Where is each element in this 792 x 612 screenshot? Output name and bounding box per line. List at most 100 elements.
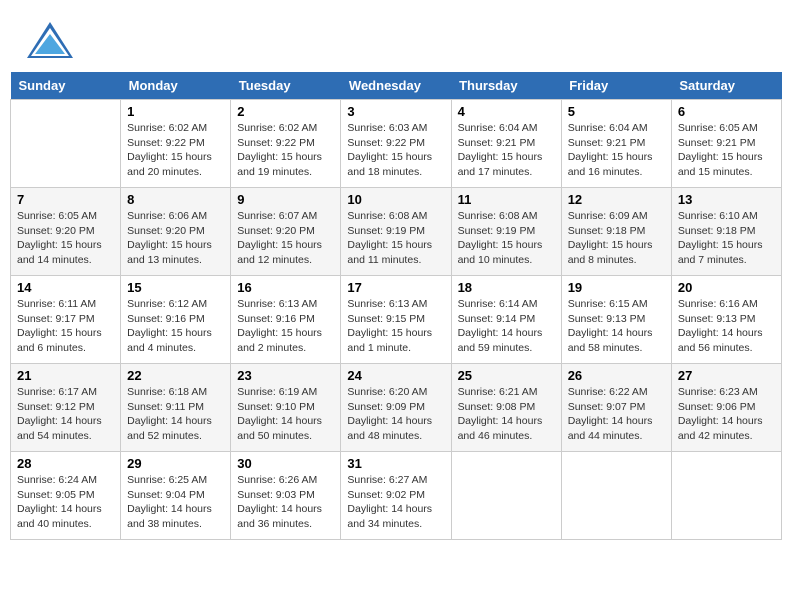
- weekday-header-sunday: Sunday: [11, 72, 121, 100]
- calendar-cell: 13 Sunrise: 6:10 AM Sunset: 9:18 PM Dayli…: [671, 188, 781, 276]
- day-info: Sunrise: 6:16 AM Sunset: 9:13 PM Dayligh…: [678, 297, 775, 356]
- day-number: 4: [458, 104, 555, 119]
- day-info: Sunrise: 6:07 AM Sunset: 9:20 PM Dayligh…: [237, 209, 334, 268]
- calendar-cell: 27 Sunrise: 6:23 AM Sunset: 9:06 PM Dayli…: [671, 364, 781, 452]
- day-info: Sunrise: 6:26 AM Sunset: 9:03 PM Dayligh…: [237, 473, 334, 532]
- calendar-cell: 29Sunrise: 6:25 AM Sunset: 9:04 PM Dayli…: [121, 452, 231, 540]
- day-info: Sunrise: 6:23 AM Sunset: 9:06 PM Dayligh…: [678, 385, 775, 444]
- day-number: 29: [127, 456, 224, 471]
- day-number: 1: [127, 104, 224, 119]
- day-info: Sunrise: 6:05 AM Sunset: 9:20 PM Dayligh…: [17, 209, 114, 268]
- day-number: 5: [568, 104, 665, 119]
- day-info: Sunrise: 6:14 AM Sunset: 9:14 PM Dayligh…: [458, 297, 555, 356]
- weekday-header-friday: Friday: [561, 72, 671, 100]
- calendar-cell: [451, 452, 561, 540]
- calendar-cell: 20 Sunrise: 6:16 AM Sunset: 9:13 PM Dayli…: [671, 276, 781, 364]
- day-number: 11: [458, 192, 555, 207]
- day-info: Sunrise: 6:13 AM Sunset: 9:15 PM Dayligh…: [347, 297, 444, 356]
- day-info: Sunrise: 6:02 AM Sunset: 9:22 PM Dayligh…: [237, 121, 334, 180]
- day-info: Sunrise: 6:24 AM Sunset: 9:05 PM Dayligh…: [17, 473, 114, 532]
- logo-icon: [25, 20, 75, 62]
- weekday-header-tuesday: Tuesday: [231, 72, 341, 100]
- calendar-cell: [11, 100, 121, 188]
- calendar-cell: 15 Sunrise: 6:12 AM Sunset: 9:16 PM Dayli…: [121, 276, 231, 364]
- day-number: 10: [347, 192, 444, 207]
- calendar-cell: 17Sunrise: 6:13 AM Sunset: 9:15 PM Dayli…: [341, 276, 451, 364]
- day-number: 2: [237, 104, 334, 119]
- day-number: 31: [347, 456, 444, 471]
- day-number: 26: [568, 368, 665, 383]
- day-info: Sunrise: 6:22 AM Sunset: 9:07 PM Dayligh…: [568, 385, 665, 444]
- day-number: 28: [17, 456, 114, 471]
- calendar-cell: 19Sunrise: 6:15 AM Sunset: 9:13 PM Dayli…: [561, 276, 671, 364]
- day-number: 9: [237, 192, 334, 207]
- calendar-cell: 24 Sunrise: 6:20 AM Sunset: 9:09 PM Dayli…: [341, 364, 451, 452]
- day-info: Sunrise: 6:06 AM Sunset: 9:20 PM Dayligh…: [127, 209, 224, 268]
- day-info: Sunrise: 6:04 AM Sunset: 9:21 PM Dayligh…: [458, 121, 555, 180]
- day-number: 8: [127, 192, 224, 207]
- calendar-cell: 2 Sunrise: 6:02 AM Sunset: 9:22 PM Daylig…: [231, 100, 341, 188]
- day-number: 6: [678, 104, 775, 119]
- day-info: Sunrise: 6:12 AM Sunset: 9:16 PM Dayligh…: [127, 297, 224, 356]
- calendar-cell: 10 Sunrise: 6:08 AM Sunset: 9:19 PM Dayli…: [341, 188, 451, 276]
- calendar-week-row: 7 Sunrise: 6:05 AM Sunset: 9:20 PM Daylig…: [11, 188, 782, 276]
- calendar-cell: 14Sunrise: 6:11 AM Sunset: 9:17 PM Dayli…: [11, 276, 121, 364]
- day-number: 13: [678, 192, 775, 207]
- weekday-header-thursday: Thursday: [451, 72, 561, 100]
- calendar-cell: 25 Sunrise: 6:21 AM Sunset: 9:08 PM Dayli…: [451, 364, 561, 452]
- calendar-cell: 4 Sunrise: 6:04 AM Sunset: 9:21 PM Daylig…: [451, 100, 561, 188]
- day-info: Sunrise: 6:04 AM Sunset: 9:21 PM Dayligh…: [568, 121, 665, 180]
- day-info: Sunrise: 6:27 AM Sunset: 9:02 PM Dayligh…: [347, 473, 444, 532]
- day-info: Sunrise: 6:13 AM Sunset: 9:16 PM Dayligh…: [237, 297, 334, 356]
- calendar-cell: 28 Sunrise: 6:24 AM Sunset: 9:05 PM Dayli…: [11, 452, 121, 540]
- weekday-header-row: SundayMondayTuesdayWednesdayThursdayFrid…: [11, 72, 782, 100]
- day-number: 21: [17, 368, 114, 383]
- calendar-cell: 18 Sunrise: 6:14 AM Sunset: 9:14 PM Dayli…: [451, 276, 561, 364]
- day-info: Sunrise: 6:19 AM Sunset: 9:10 PM Dayligh…: [237, 385, 334, 444]
- calendar-cell: 12 Sunrise: 6:09 AM Sunset: 9:18 PM Dayli…: [561, 188, 671, 276]
- day-info: Sunrise: 6:08 AM Sunset: 9:19 PM Dayligh…: [458, 209, 555, 268]
- day-info: Sunrise: 6:09 AM Sunset: 9:18 PM Dayligh…: [568, 209, 665, 268]
- day-info: Sunrise: 6:21 AM Sunset: 9:08 PM Dayligh…: [458, 385, 555, 444]
- calendar-cell: 30Sunrise: 6:26 AM Sunset: 9:03 PM Dayli…: [231, 452, 341, 540]
- calendar-cell: 11 Sunrise: 6:08 AM Sunset: 9:19 PM Dayli…: [451, 188, 561, 276]
- calendar-cell: [671, 452, 781, 540]
- calendar-cell: 8 Sunrise: 6:06 AM Sunset: 9:20 PM Daylig…: [121, 188, 231, 276]
- day-number: 7: [17, 192, 114, 207]
- calendar-cell: 21 Sunrise: 6:17 AM Sunset: 9:12 PM Dayli…: [11, 364, 121, 452]
- day-info: Sunrise: 6:11 AM Sunset: 9:17 PM Dayligh…: [17, 297, 114, 356]
- day-number: 12: [568, 192, 665, 207]
- calendar-cell: 9 Sunrise: 6:07 AM Sunset: 9:20 PM Daylig…: [231, 188, 341, 276]
- calendar-cell: 22Sunrise: 6:18 AM Sunset: 9:11 PM Dayli…: [121, 364, 231, 452]
- day-info: Sunrise: 6:15 AM Sunset: 9:13 PM Dayligh…: [568, 297, 665, 356]
- calendar-cell: 16Sunrise: 6:13 AM Sunset: 9:16 PM Dayli…: [231, 276, 341, 364]
- weekday-header-monday: Monday: [121, 72, 231, 100]
- day-number: 20: [678, 280, 775, 295]
- calendar-week-row: 14Sunrise: 6:11 AM Sunset: 9:17 PM Dayli…: [11, 276, 782, 364]
- day-number: 18: [458, 280, 555, 295]
- calendar-cell: 31 Sunrise: 6:27 AM Sunset: 9:02 PM Dayli…: [341, 452, 451, 540]
- day-info: Sunrise: 6:08 AM Sunset: 9:19 PM Dayligh…: [347, 209, 444, 268]
- day-number: 15: [127, 280, 224, 295]
- day-info: Sunrise: 6:20 AM Sunset: 9:09 PM Dayligh…: [347, 385, 444, 444]
- calendar-cell: 7 Sunrise: 6:05 AM Sunset: 9:20 PM Daylig…: [11, 188, 121, 276]
- day-info: Sunrise: 6:17 AM Sunset: 9:12 PM Dayligh…: [17, 385, 114, 444]
- calendar-week-row: 21 Sunrise: 6:17 AM Sunset: 9:12 PM Dayli…: [11, 364, 782, 452]
- calendar-week-row: 1 Sunrise: 6:02 AM Sunset: 9:22 PM Daylig…: [11, 100, 782, 188]
- logo: [25, 20, 77, 62]
- day-info: Sunrise: 6:10 AM Sunset: 9:18 PM Dayligh…: [678, 209, 775, 268]
- day-number: 25: [458, 368, 555, 383]
- day-info: Sunrise: 6:18 AM Sunset: 9:11 PM Dayligh…: [127, 385, 224, 444]
- weekday-header-saturday: Saturday: [671, 72, 781, 100]
- day-number: 24: [347, 368, 444, 383]
- calendar-week-row: 28 Sunrise: 6:24 AM Sunset: 9:05 PM Dayli…: [11, 452, 782, 540]
- day-number: 23: [237, 368, 334, 383]
- day-info: Sunrise: 6:02 AM Sunset: 9:22 PM Dayligh…: [127, 121, 224, 180]
- day-info: Sunrise: 6:03 AM Sunset: 9:22 PM Dayligh…: [347, 121, 444, 180]
- calendar-table: SundayMondayTuesdayWednesdayThursdayFrid…: [10, 72, 782, 540]
- day-info: Sunrise: 6:05 AM Sunset: 9:21 PM Dayligh…: [678, 121, 775, 180]
- day-number: 3: [347, 104, 444, 119]
- calendar-cell: [561, 452, 671, 540]
- day-number: 27: [678, 368, 775, 383]
- page-header: [10, 10, 782, 67]
